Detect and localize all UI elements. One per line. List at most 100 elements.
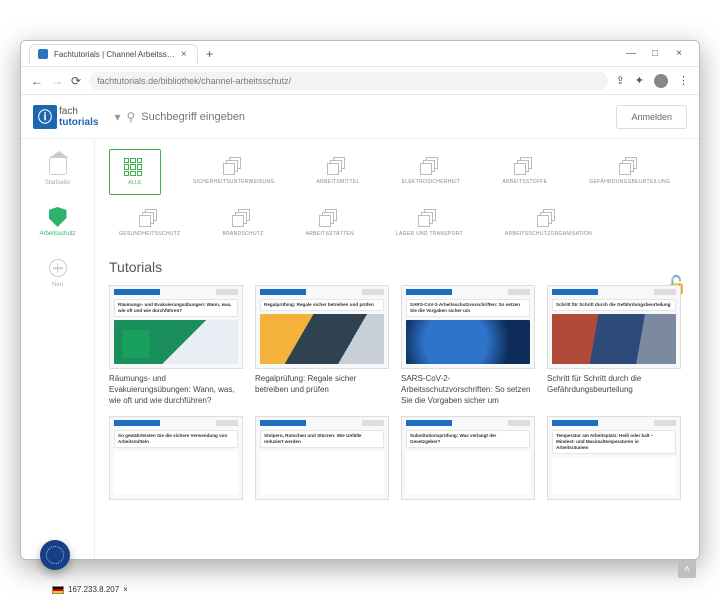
favicon <box>38 49 48 59</box>
filter-label: LAGER UND TRANSPORT <box>396 231 463 237</box>
tutorial-thumb: Temperatur am Arbeitsplatz: Heiß oder ka… <box>547 416 681 500</box>
site-logo[interactable]: ⓘ fach tutorials <box>33 105 98 129</box>
filter-gesundheitsschutz[interactable]: GESUNDHEITSSCHUTZ <box>109 201 191 245</box>
nav-reload-icon[interactable]: ⟳ <box>71 74 81 88</box>
dropdown-caret-icon[interactable]: ▾ <box>114 110 120 124</box>
ip-widget[interactable]: 167.233.8.207 × <box>52 585 128 594</box>
search-wrap: ▾ ⚲ <box>114 110 606 124</box>
grid-icon <box>124 158 146 176</box>
stack-icon <box>418 209 440 227</box>
new-tab-button[interactable]: + <box>202 46 218 62</box>
site-topbar: ⓘ fach tutorials ▾ ⚲ Anmelden <box>21 95 699 139</box>
tutorial-title: Räumungs- und Evakuierungsübungen: Wann,… <box>109 373 243 406</box>
tutorial-thumb: Räumungs- und Evakuierungsübungen: Wann,… <box>109 285 243 369</box>
sidebar-item-new[interactable]: Neu <box>21 249 94 296</box>
window-titlebar: Fachtutorials | Channel Arbeitss… × + — … <box>21 41 699 67</box>
sidebar-item-label: Arbeitsschutz <box>39 231 75 237</box>
extensions-icon[interactable]: ✦ <box>635 74 644 88</box>
tutorial-card[interactable]: Regalprüfung: Regale sicher betreiben un… <box>255 285 389 406</box>
filter-label: ELEKTROSICHERHEIT <box>402 179 461 185</box>
filter-brandschutz[interactable]: BRANDSCHUTZ <box>213 201 274 245</box>
tutorial-card[interactable]: Temperatur am Arbeitsplatz: Heiß oder ka… <box>547 416 681 500</box>
filter-label: ARBEITSMITTEL <box>317 179 360 185</box>
filter-lager-und-transport[interactable]: LAGER UND TRANSPORT <box>386 201 473 245</box>
tutorial-grid: 🔓 Räumungs- und Evakuierungsübungen: Wan… <box>109 285 681 500</box>
window-close-button[interactable]: × <box>673 48 685 59</box>
tutorial-title: Regalprüfung: Regale sicher betreiben un… <box>255 373 389 395</box>
filter-sicherheitsunterweisung[interactable]: SICHERHEITSUNTERWEISUNG <box>183 149 285 195</box>
tutorial-thumb: Schritt für Schritt durch die Gefährdung… <box>547 285 681 369</box>
plus-circle-icon <box>47 257 69 279</box>
filter-label: ARBEITSSCHUTZORGANISATION <box>505 231 592 237</box>
maximize-button[interactable]: □ <box>649 48 661 59</box>
tutorial-card[interactable]: SARS-CoV-2-Arbeitsschutzvorschriften: So… <box>401 285 535 406</box>
filter-gefaehrdungsbeurteilung[interactable]: GEFÄHRDUNGSBEURTEILUNG <box>579 149 680 195</box>
tutorial-thumb: Stolpern, Rutschen und Stürzen: Wie Unfä… <box>255 416 389 500</box>
filter-arbeitsstaetten[interactable]: ARBEITSSTÄTTEN <box>296 201 364 245</box>
filter-label: BRANDSCHUTZ <box>223 231 264 237</box>
tutorial-card[interactable]: Räumungs- und Evakuierungsübungen: Wann,… <box>109 285 243 406</box>
browser-tabstrip: Fachtutorials | Channel Arbeitss… × + <box>25 44 218 64</box>
thumb-caption: SARS-CoV-2-Arbeitsschutzvorschriften: So… <box>406 299 530 317</box>
flag-de-icon <box>52 586 64 594</box>
ip-close-icon[interactable]: × <box>123 585 128 594</box>
filter-label: GESUNDHEITSSCHUTZ <box>119 231 181 237</box>
stack-icon <box>537 209 559 227</box>
tutorial-title: SARS-CoV-2-Arbeitsschutzvorschriften: So… <box>401 373 535 406</box>
scroll-top-button[interactable]: ˄ <box>678 560 696 578</box>
browser-window: Fachtutorials | Channel Arbeitss… × + — … <box>20 40 700 560</box>
main-content[interactable]: ALLE SICHERHEITSUNTERWEISUNG ARBEITSMITT… <box>95 139 699 559</box>
stack-icon <box>232 209 254 227</box>
url-field[interactable]: fachtutorials.de/bibliothek/channel-arbe… <box>89 72 608 90</box>
profile-avatar[interactable] <box>654 74 668 88</box>
nav-forward-icon[interactable]: → <box>51 74 63 88</box>
share-icon[interactable]: ⇪ <box>616 74 625 88</box>
tutorial-card[interactable]: Stolpern, Rutschen und Stürzen: Wie Unfä… <box>255 416 389 500</box>
filter-alle[interactable]: ALLE <box>109 149 161 195</box>
fingerprint-icon <box>46 546 64 564</box>
thumb-caption: Regalprüfung: Regale sicher betreiben un… <box>260 299 384 311</box>
tutorial-title: Schritt für Schritt durch die Gefährdung… <box>547 373 681 395</box>
filter-arbeitsmittel[interactable]: ARBEITSMITTEL <box>307 149 370 195</box>
tutorial-thumb: So gewährleisten Sie die sichere Verwend… <box>109 416 243 500</box>
filter-label: ALLE <box>128 180 141 186</box>
thumb-caption: Substitutionsprüfung: Was verlangt der G… <box>406 430 530 448</box>
tutorial-thumb: SARS-CoV-2-Arbeitsschutzvorschriften: So… <box>401 285 535 369</box>
tutorial-card[interactable]: So gewährleisten Sie die sichere Verwend… <box>109 416 243 500</box>
sidebar-item-label: Neu <box>52 282 63 288</box>
filter-label: SICHERHEITSUNTERWEISUNG <box>193 179 275 185</box>
browser-right-icons: ⇪ ✦ ⋮ <box>616 74 689 88</box>
filter-label: ARBEITSSTÄTTEN <box>306 231 354 237</box>
filter-icon[interactable]: ⚲ <box>126 110 135 124</box>
fingerprint-fab[interactable] <box>40 540 70 570</box>
tutorial-card[interactable]: Schritt für Schritt durch die Gefährdung… <box>547 285 681 406</box>
thumb-caption: Stolpern, Rutschen und Stürzen: Wie Unfä… <box>260 430 384 448</box>
minimize-button[interactable]: — <box>625 48 637 59</box>
browser-tab[interactable]: Fachtutorials | Channel Arbeitss… × <box>29 44 198 64</box>
ip-text: 167.233.8.207 <box>68 585 119 594</box>
sidebar-item-home[interactable]: Startseite <box>21 147 94 194</box>
login-button[interactable]: Anmelden <box>616 105 687 129</box>
sidebar-item-arbeitsschutz[interactable]: Arbeitsschutz <box>21 198 94 245</box>
filter-label: ARBEITSSTOFFE <box>502 179 547 185</box>
thumb-caption: So gewährleisten Sie die sichere Verwend… <box>114 430 238 448</box>
filter-arbeitsschutzorganisation[interactable]: ARBEITSSCHUTZORGANISATION <box>495 201 602 245</box>
home-icon <box>47 155 69 177</box>
window-controls: — □ × <box>625 48 695 59</box>
logo-text: fach tutorials <box>59 106 98 128</box>
filter-arbeitsstoffe[interactable]: ARBEITSSTOFFE <box>492 149 557 195</box>
stack-icon <box>139 209 161 227</box>
tab-close-icon[interactable]: × <box>181 49 187 60</box>
stack-icon <box>319 209 341 227</box>
filter-elektrosicherheit[interactable]: ELEKTROSICHERHEIT <box>392 149 471 195</box>
browser-menu-icon[interactable]: ⋮ <box>678 74 689 88</box>
stack-icon <box>514 157 536 175</box>
search-input[interactable] <box>141 111 606 123</box>
shield-icon <box>47 206 69 228</box>
tutorial-thumb: Substitutionsprüfung: Was verlangt der G… <box>401 416 535 500</box>
nav-back-icon[interactable]: ← <box>31 74 43 88</box>
logo-mark: ⓘ <box>33 105 57 129</box>
tutorial-card[interactable]: Substitutionsprüfung: Was verlangt der G… <box>401 416 535 500</box>
category-filters: ALLE SICHERHEITSUNTERWEISUNG ARBEITSMITT… <box>109 149 681 245</box>
sidebar-item-label: Startseite <box>45 180 70 186</box>
